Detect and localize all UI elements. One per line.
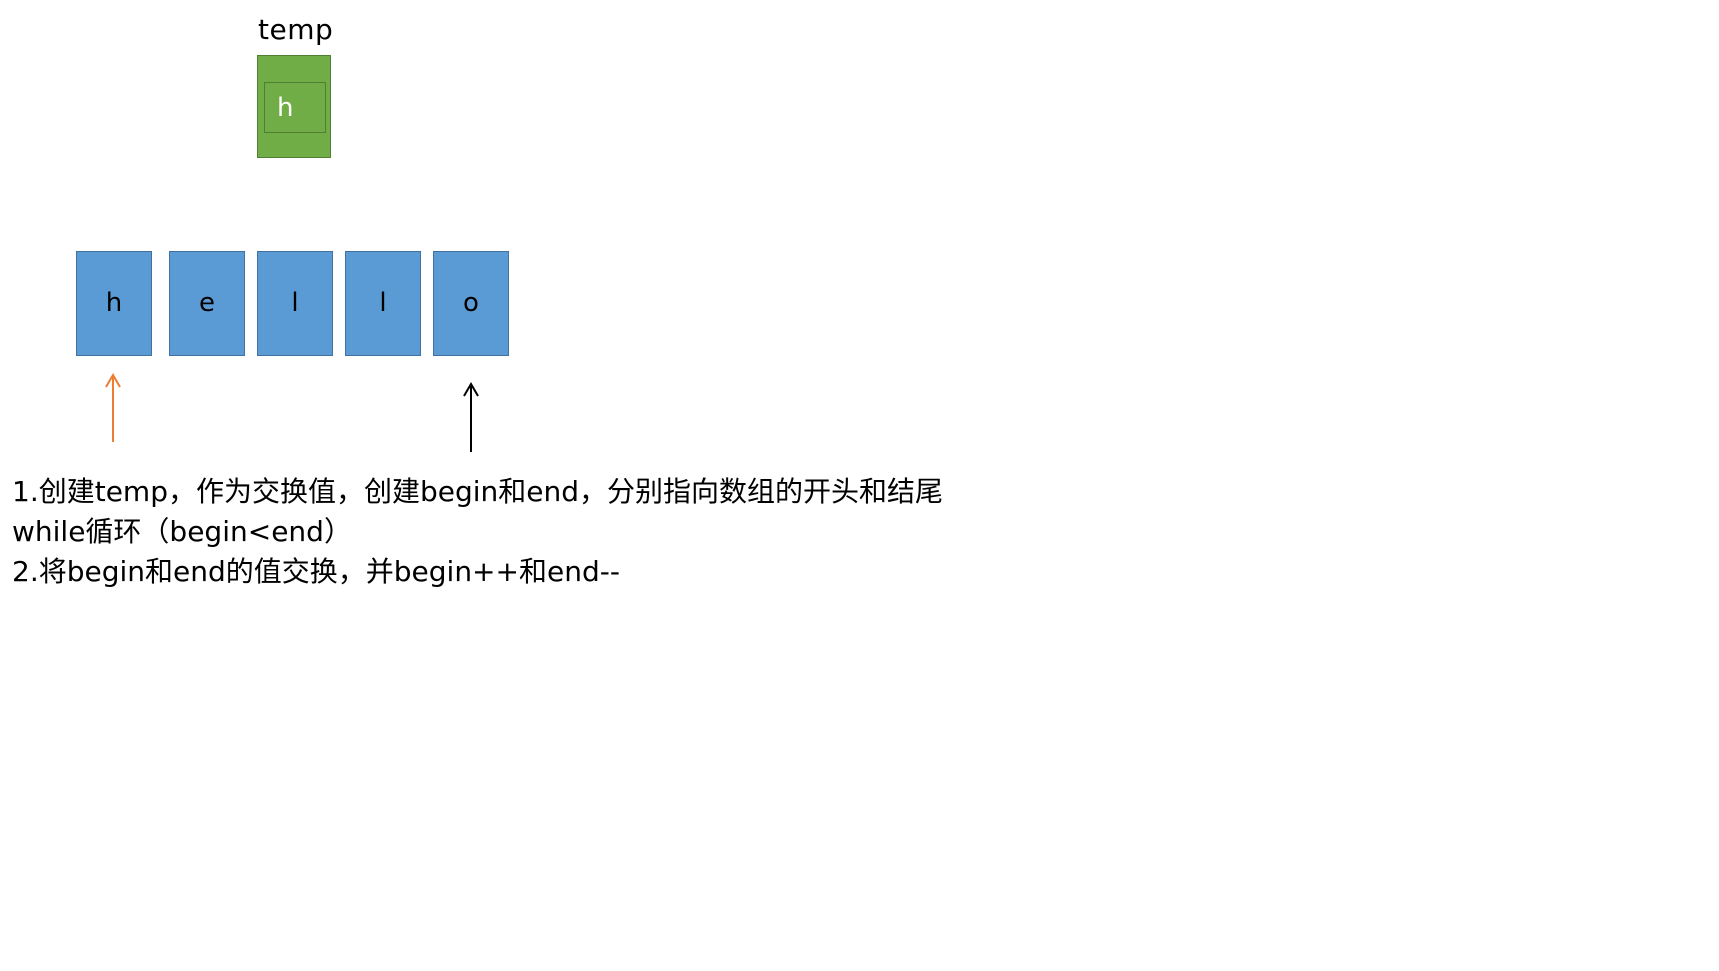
note-line-3: 2.将begin和end的值交换，并begin++和end-- [12, 555, 620, 588]
note-line-2: while循环（begin<end） [12, 515, 352, 548]
notes: 1.创建temp，作为交换值，创建begin和end，分别指向数组的开头和结尾 … [12, 472, 943, 592]
note-line-1: 1.创建temp，作为交换值，创建begin和end，分别指向数组的开头和结尾 [12, 475, 944, 508]
begin-pointer-arrow [105, 373, 121, 442]
end-pointer-arrow [463, 382, 479, 452]
